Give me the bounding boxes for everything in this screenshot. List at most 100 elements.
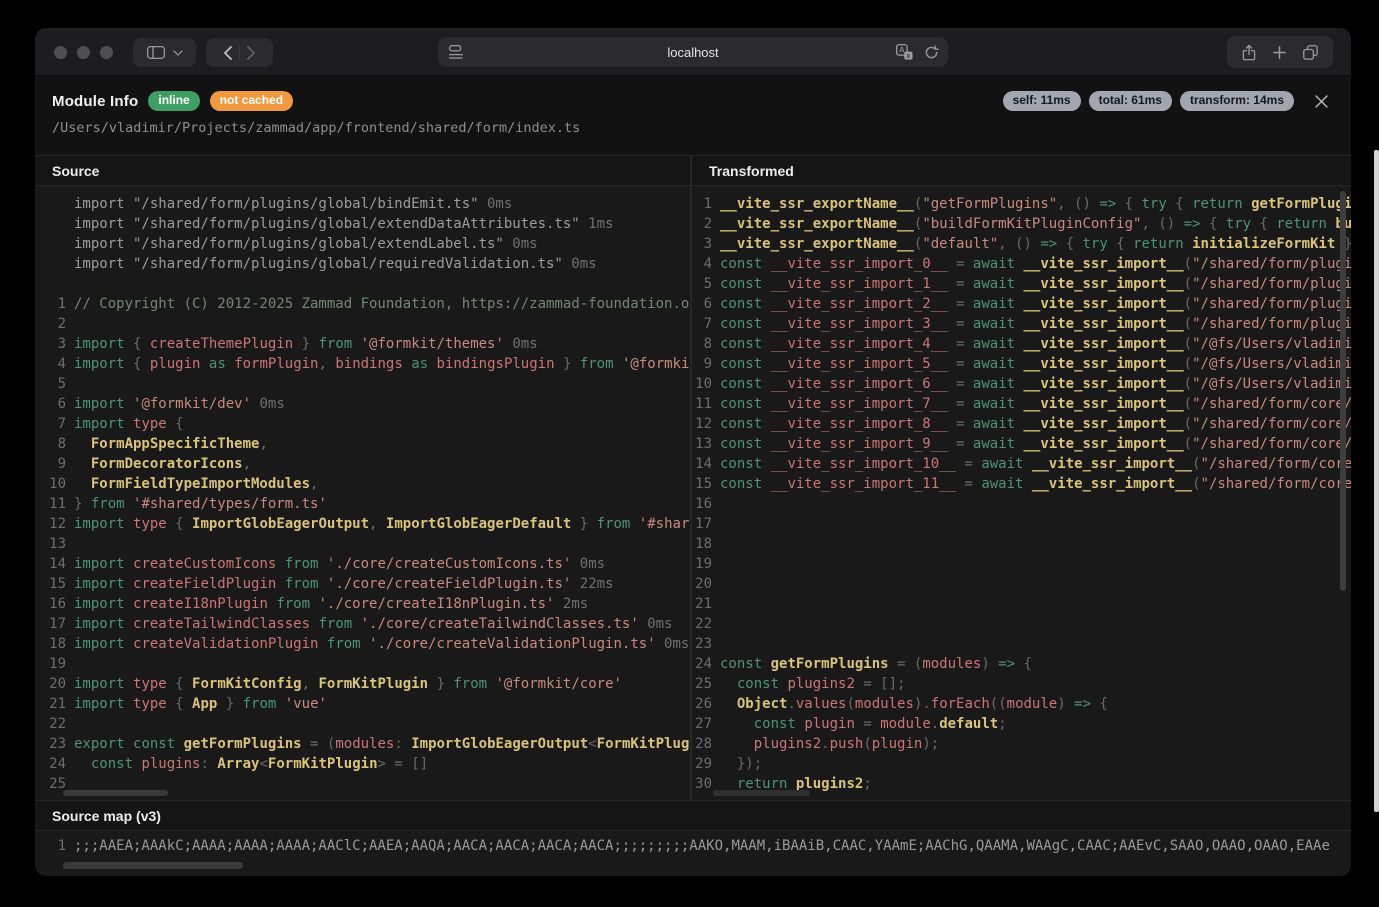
line-number: 7 — [35, 414, 66, 434]
chevron-down-icon — [173, 50, 183, 56]
code-text: import { createThemePlugin } from '@form… — [74, 334, 538, 354]
code-text: const plugin = module.default; — [720, 714, 1007, 734]
code-text: const __vite_ssr_import_0__ = await __vi… — [720, 254, 1351, 274]
status-badge-inline: inline — [148, 91, 199, 111]
code-line: 23export const getFormPlugins = (modules… — [35, 734, 690, 754]
minimize-window-button[interactable] — [77, 46, 90, 59]
code-line: 4 const __vite_ssr_import_0__ = await __v… — [692, 254, 1351, 274]
page-title: Module Info — [52, 93, 138, 110]
code-line: 18 — [692, 534, 1351, 554]
code-line: 16import createI18nPlugin from './core/c… — [35, 594, 690, 614]
timing-badge-self: self: 11ms — [1003, 91, 1081, 111]
screen-edge-scrollbar[interactable] — [1374, 150, 1379, 812]
code-line: 18import createValidationPlugin from './… — [35, 634, 690, 654]
line-number: 21 — [35, 694, 66, 714]
code-text: import type { FormKitConfig, FormKitPlug… — [74, 674, 622, 694]
line-number: 9 — [35, 454, 66, 474]
code-line: 11} from '#shared/types/form.ts' — [35, 494, 690, 514]
code-text: const __vite_ssr_import_5__ = await __vi… — [720, 354, 1351, 374]
code-line: 29 }); — [692, 754, 1351, 774]
transformed-horizontal-scrollbar[interactable] — [713, 790, 810, 796]
line-number: 8 — [692, 334, 712, 354]
line-number: 23 — [35, 734, 66, 754]
sidebar-icon — [147, 46, 165, 59]
transformed-code: 1__vite_ssr_exportName__("getFormPlugins… — [692, 186, 1351, 800]
close-panel-button[interactable] — [1310, 90, 1332, 112]
url-text: localhost — [438, 37, 948, 67]
code-line: 21 — [692, 594, 1351, 614]
code-line: 6import '@formkit/dev' 0ms — [35, 394, 690, 414]
code-line: 24 const plugins: Array<FormKitPlugin> =… — [35, 754, 690, 774]
code-line: 28 plugins2.push(plugin); — [692, 734, 1351, 754]
sidebar-toggle-button[interactable] — [133, 38, 196, 67]
line-number: 30 — [692, 774, 712, 794]
code-line: 14 const __vite_ssr_import_10__ = await _… — [692, 454, 1351, 474]
code-text: __vite_ssr_exportName__("buildFormKitPlu… — [720, 214, 1351, 234]
code-line: 13const __vite_ssr_import_9__ = await __… — [692, 434, 1351, 454]
line-number: 9 — [692, 354, 712, 374]
sourcemap-horizontal-scrollbar[interactable] — [63, 862, 243, 869]
nav-divider — [239, 45, 240, 61]
transformed-vertical-scrollbar[interactable] — [1340, 191, 1346, 591]
line-number: 5 — [692, 274, 712, 294]
sourcemap-mappings: ;;;AAEA;AAAkC;AAAA;AAAA;AAAA;AAClC;AAEA;… — [74, 836, 1330, 856]
line-number: 22 — [35, 714, 66, 734]
source-horizontal-scrollbar[interactable] — [63, 790, 168, 796]
line-number: 14 — [692, 454, 712, 474]
code-text: const plugins: Array<FormKitPlugin> = [] — [74, 754, 428, 774]
address-bar[interactable]: localhost A x — [438, 37, 948, 67]
code-line: 21import type { App } from 'vue' — [35, 694, 690, 714]
code-text: const __vite_ssr_import_7__ = await __vi… — [720, 394, 1351, 414]
code-text: const __vite_ssr_import_10__ = await __v… — [720, 454, 1351, 474]
code-text: }); — [720, 754, 762, 774]
forward-button[interactable] — [246, 46, 256, 60]
code-line: 8const __vite_ssr_import_4__ = await __v… — [692, 334, 1351, 354]
close-window-button[interactable] — [54, 46, 67, 59]
reload-icon[interactable] — [924, 45, 939, 60]
line-number: 18 — [692, 534, 712, 554]
line-number: 16 — [692, 494, 712, 514]
import-dep-line[interactable]: import "/shared/form/plugins/global/requ… — [35, 254, 690, 274]
import-dep-line[interactable]: import "/shared/form/plugins/global/exte… — [35, 214, 690, 234]
line-number: 3 — [692, 234, 712, 254]
line-number: 1 — [692, 194, 712, 214]
code-text: const __vite_ssr_import_11__ = await __v… — [720, 474, 1351, 494]
timing-badge-total: total: 61ms — [1089, 91, 1172, 111]
line-number: 6 — [35, 394, 66, 414]
code-line: 20 — [692, 574, 1351, 594]
line-number: 4 — [692, 254, 712, 274]
code-line: 14import createCustomIcons from './core/… — [35, 554, 690, 574]
line-number: 11 — [692, 394, 712, 414]
line-number: 3 — [35, 334, 66, 354]
line-number: 19 — [692, 554, 712, 574]
translate-icon[interactable]: A x — [896, 44, 913, 60]
back-button[interactable] — [223, 46, 233, 60]
code-text: import createTailwindClasses from './cor… — [74, 614, 673, 634]
code-line: 2 — [35, 314, 690, 334]
code-line: 25 const plugins2 = []; — [692, 674, 1351, 694]
code-text: FormDecoratorIcons, — [74, 454, 251, 474]
nav-buttons — [206, 38, 273, 67]
blank-line — [35, 274, 690, 294]
source-pane-title: Source — [35, 156, 690, 186]
code-line: 1// Copyright (C) 2012-2025 Zammad Found… — [35, 294, 690, 314]
code-line: 19 — [35, 654, 690, 674]
code-text: import createI18nPlugin from './core/cre… — [74, 594, 588, 614]
code-line: 3 import { createThemePlugin } from '@for… — [35, 334, 690, 354]
module-file-path: /Users/vladimir/Projects/zammad/app/fron… — [52, 120, 1332, 136]
share-button[interactable] — [1242, 44, 1256, 61]
code-line: 1__vite_ssr_exportName__("getFormPlugins… — [692, 194, 1351, 214]
import-dep-line[interactable]: import "/shared/form/plugins/global/bind… — [35, 194, 690, 214]
browser-window: localhost A x — [35, 28, 1351, 876]
line-number: 24 — [35, 754, 66, 774]
line-number: 15 — [35, 574, 66, 594]
new-tab-button[interactable] — [1273, 46, 1286, 59]
tab-overview-button[interactable] — [1303, 45, 1318, 60]
line-number: 17 — [35, 614, 66, 634]
code-line: 12const __vite_ssr_import_8__ = await __… — [692, 414, 1351, 434]
code-text: // Copyright (C) 2012-2025 Zammad Founda… — [74, 294, 690, 314]
line-number: 13 — [692, 434, 712, 454]
code-text: import createCustomIcons from './core/cr… — [74, 554, 605, 574]
zoom-window-button[interactable] — [100, 46, 113, 59]
import-dep-line[interactable]: import "/shared/form/plugins/global/exte… — [35, 234, 690, 254]
